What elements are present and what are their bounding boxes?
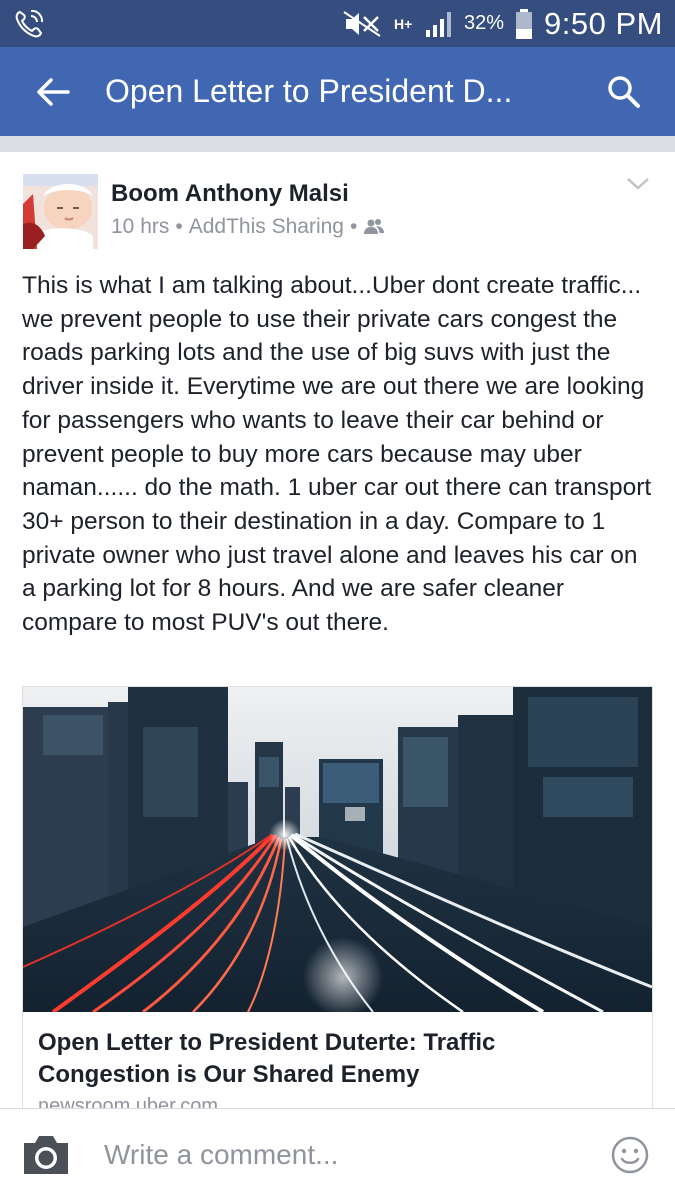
chevron-down-icon[interactable] [625, 174, 651, 194]
battery-percent: 32% [464, 12, 505, 34]
camera-icon[interactable] [20, 1133, 72, 1177]
post-via[interactable]: AddThis Sharing [189, 215, 344, 239]
clock: 9:50 PM [544, 5, 663, 41]
battery-icon [516, 8, 533, 39]
friends-icon [364, 219, 385, 234]
meta-separator: • [175, 215, 183, 238]
divider [0, 136, 675, 152]
post-body: This is what I am talking about...Uber d… [22, 272, 652, 637]
link-title[interactable]: Open Letter to President Duterte: Traffi… [38, 1027, 628, 1091]
signal-icon [426, 11, 452, 37]
back-button[interactable] [30, 69, 76, 115]
post-meta: 10 hrs • AddThis Sharing • [111, 215, 385, 239]
post-time[interactable]: 10 hrs [111, 215, 169, 239]
network-type: H+ [394, 15, 413, 32]
search-icon [608, 76, 640, 108]
comment-bar [0, 1108, 675, 1200]
status-bar: H+ 32% 9:50 PM [0, 0, 675, 47]
mute-icon [343, 10, 381, 37]
page-title: Open Letter to President D... [105, 73, 513, 109]
meta-separator-2: • [350, 215, 358, 238]
link-preview[interactable]: Open Letter to President Duterte: Traffi… [22, 686, 653, 1116]
emoji-icon[interactable] [611, 1136, 649, 1174]
author-name[interactable]: Boom Anthony Malsi [111, 180, 349, 208]
link-image[interactable] [23, 687, 652, 1012]
call-icon [15, 9, 44, 38]
comment-input[interactable] [104, 1133, 584, 1177]
search-button[interactable] [601, 69, 647, 115]
app-bar: Open Letter to President D... [0, 47, 675, 136]
post-card: Boom Anthony Malsi 10 hrs • AddThis Shar… [0, 152, 675, 1116]
avatar[interactable] [23, 174, 98, 249]
back-arrow-icon [37, 78, 70, 106]
